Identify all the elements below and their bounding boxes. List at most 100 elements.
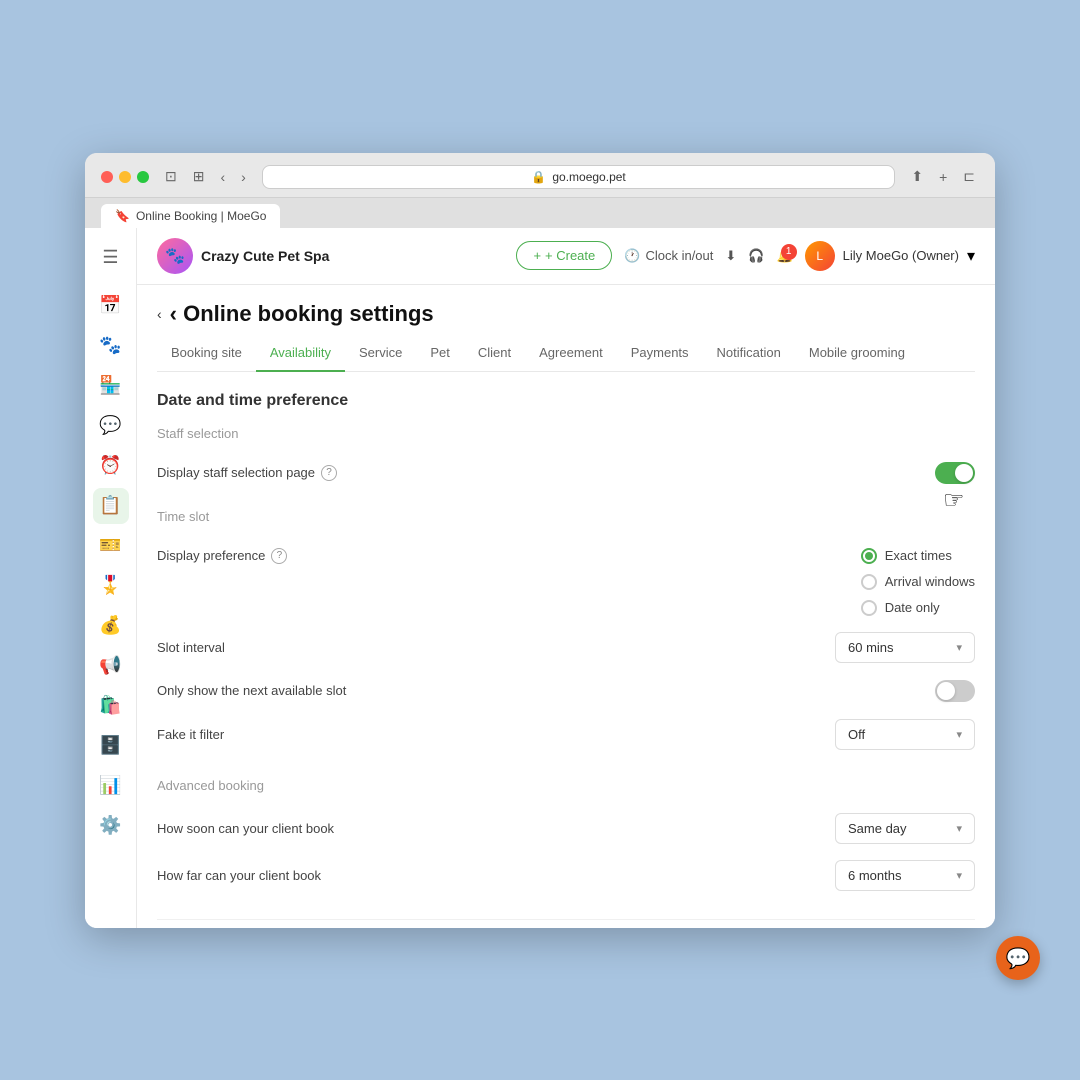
- notification-badge: 1: [781, 244, 797, 260]
- radio-exact-inner: [865, 552, 873, 560]
- tab-grid-icon[interactable]: ⊞: [189, 166, 209, 187]
- toggle-knob: [955, 464, 973, 482]
- brand-name: Crazy Cute Pet Spa: [201, 248, 329, 264]
- fake-it-label: Fake it filter: [157, 727, 224, 742]
- sidebar-item-booking[interactable]: 📋: [93, 488, 129, 524]
- app-header: 🐾 Crazy Cute Pet Spa + + Create 🕐 Clock …: [137, 228, 995, 285]
- brand: 🐾 Crazy Cute Pet Spa: [157, 238, 504, 274]
- display-pref-info-icon[interactable]: ?: [271, 548, 287, 564]
- sidebar-item-clients[interactable]: 🐾: [93, 328, 129, 364]
- close-button[interactable]: [101, 171, 113, 183]
- back-button[interactable]: ‹: [157, 306, 162, 322]
- create-button[interactable]: + + Create: [516, 241, 612, 270]
- staff-toggle-area: ☞: [935, 462, 975, 484]
- tab-label: Online Booking | MoeGo: [136, 209, 267, 223]
- download-icon: ⬇: [725, 248, 736, 264]
- how-soon-arrow-icon: ▾: [956, 822, 962, 835]
- main-content: 🐾 Crazy Cute Pet Spa + + Create 🕐 Clock …: [137, 228, 995, 928]
- headset-icon: 🎧: [748, 248, 764, 264]
- how-soon-label: How soon can your client book: [157, 821, 334, 836]
- user-avatar-area[interactable]: L Lily MoeGo (Owner) ▾: [805, 241, 975, 271]
- sidebar-toggle-icon[interactable]: ⊡: [161, 166, 181, 187]
- tab-client[interactable]: Client: [464, 335, 525, 372]
- chat-bubble-button[interactable]: 💬: [996, 936, 1040, 980]
- sidebar-item-reminders[interactable]: ⏰: [93, 448, 129, 484]
- tab-pet[interactable]: Pet: [416, 335, 464, 372]
- page-header: ‹ ‹ Online booking settings: [157, 285, 975, 335]
- share-icon[interactable]: ⬆: [907, 166, 927, 187]
- tab-notification[interactable]: Notification: [703, 335, 795, 372]
- url-text: go.moego.pet: [552, 170, 625, 184]
- extensions-icon[interactable]: ⊏: [959, 166, 979, 187]
- lock-icon: 🔒: [531, 170, 546, 184]
- sidebar-item-loyalty[interactable]: 🎖️: [93, 568, 129, 604]
- sidebar-item-store[interactable]: 🛍️: [93, 688, 129, 724]
- back-icon[interactable]: ‹: [216, 167, 229, 187]
- next-available-toggle[interactable]: [935, 680, 975, 702]
- sidebar-item-vault[interactable]: 🗄️: [93, 728, 129, 764]
- sidebar-item-inventory[interactable]: 🏪: [93, 368, 129, 404]
- browser-tab[interactable]: 🔖 Online Booking | MoeGo: [101, 204, 280, 228]
- sidebar-item-calendar[interactable]: 📅: [93, 288, 129, 324]
- display-staff-toggle[interactable]: [935, 462, 975, 484]
- how-soon-row: How soon can your client book Same day ▾: [157, 805, 975, 852]
- radio-date-only[interactable]: Date only: [861, 600, 975, 616]
- sidebar-item-payments[interactable]: 💰: [93, 608, 129, 644]
- radio-date-label: Date only: [885, 600, 940, 615]
- radio-exact-label: Exact times: [885, 548, 952, 563]
- chevron-down-icon: ▾: [967, 246, 975, 266]
- browser-titlebar: ⊡ ⊞ ‹ › 🔒 go.moego.pet ⬆ + ⊏: [85, 153, 995, 198]
- display-pref-radio-group: Exact times Arrival windows Date only: [861, 548, 975, 616]
- headset-button[interactable]: 🎧: [748, 248, 764, 264]
- display-staff-info-icon[interactable]: ?: [321, 465, 337, 481]
- avatar: L: [805, 241, 835, 271]
- nav-tabs: Booking site Availability Service Pet Cl…: [157, 335, 975, 372]
- sidebar-item-menu[interactable]: ☰: [93, 240, 129, 276]
- staff-selection-label: Staff selection: [157, 426, 975, 441]
- sidebar-item-messages[interactable]: 💬: [93, 408, 129, 444]
- sidebar-item-tickets[interactable]: 🎫: [93, 528, 129, 564]
- slot-interval-row: Slot interval 60 mins ▾: [157, 624, 975, 671]
- forward-icon[interactable]: ›: [237, 167, 250, 187]
- page-content: ‹ ‹ Online booking settings Booking site…: [137, 285, 995, 920]
- clock-in-button[interactable]: 🕐 Clock in/out: [624, 248, 713, 264]
- tab-service[interactable]: Service: [345, 335, 416, 372]
- page-title: ‹ Online booking settings: [170, 301, 434, 327]
- browser-actions: ⬆ + ⊏: [907, 166, 979, 187]
- radio-arrival-btn: [861, 574, 877, 590]
- browser-tab-bar: 🔖 Online Booking | MoeGo: [85, 198, 995, 228]
- radio-date-btn: [861, 600, 877, 616]
- tab-booking-site[interactable]: Booking site: [157, 335, 256, 372]
- browser-window: ⊡ ⊞ ‹ › 🔒 go.moego.pet ⬆ + ⊏ 🔖 Online Bo…: [85, 153, 995, 928]
- tab-icon: 🔖: [115, 209, 130, 223]
- display-staff-row: Display staff selection page ? ☞: [157, 453, 975, 493]
- radio-arrival-windows[interactable]: Arrival windows: [861, 574, 975, 590]
- date-time-section-title: Date and time preference: [157, 392, 975, 410]
- how-soon-dropdown[interactable]: Same day ▾: [835, 813, 975, 844]
- radio-exact-times[interactable]: Exact times: [861, 548, 975, 564]
- download-button[interactable]: ⬇: [725, 248, 736, 264]
- how-far-label: How far can your client book: [157, 868, 321, 883]
- tab-availability[interactable]: Availability: [256, 335, 345, 372]
- fake-it-arrow-icon: ▾: [956, 728, 962, 741]
- maximize-button[interactable]: [137, 171, 149, 183]
- sidebar-item-settings[interactable]: ⚙️: [93, 808, 129, 844]
- new-tab-icon[interactable]: +: [935, 166, 951, 187]
- traffic-lights: [101, 171, 149, 183]
- tab-mobile-grooming[interactable]: Mobile grooming: [795, 335, 919, 372]
- sidebar-item-reports[interactable]: 📊: [93, 768, 129, 804]
- chat-icon: 💬: [1006, 946, 1031, 971]
- slot-interval-dropdown[interactable]: 60 mins ▾: [835, 632, 975, 663]
- advanced-booking-label: Advanced booking: [157, 778, 975, 793]
- minimize-button[interactable]: [119, 171, 131, 183]
- slot-interval-arrow-icon: ▾: [956, 641, 962, 654]
- header-actions: + + Create 🕐 Clock in/out ⬇ 🎧: [516, 241, 975, 271]
- clock-icon: 🕐: [624, 248, 640, 264]
- address-bar[interactable]: 🔒 go.moego.pet: [262, 165, 896, 189]
- tab-agreement[interactable]: Agreement: [525, 335, 617, 372]
- fake-it-dropdown[interactable]: Off ▾: [835, 719, 975, 750]
- tab-payments[interactable]: Payments: [617, 335, 703, 372]
- how-far-dropdown[interactable]: 6 months ▾: [835, 860, 975, 891]
- notification-area: 🔔 1: [776, 248, 792, 264]
- sidebar-item-campaigns[interactable]: 📢: [93, 648, 129, 684]
